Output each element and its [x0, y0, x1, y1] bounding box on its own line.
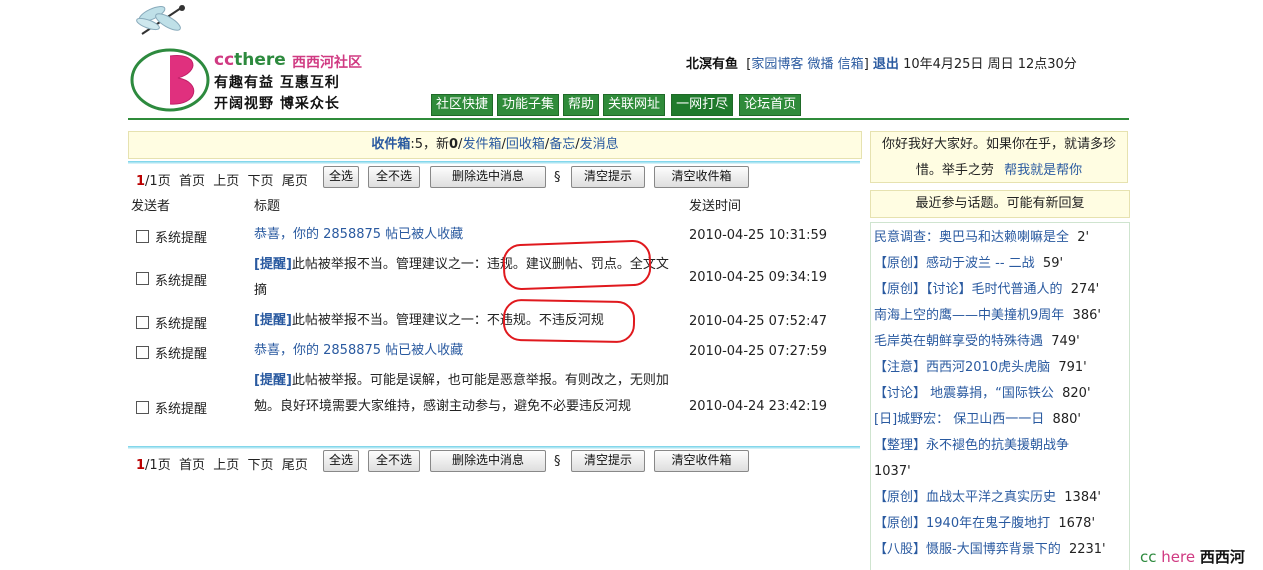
- inbox-header: 收件箱:5，新0/发件箱/回收箱/备忘/发消息: [128, 131, 862, 159]
- nav-all-in-one[interactable]: 一网打尽: [671, 94, 734, 116]
- prev-page-link[interactable]: 上页: [213, 458, 239, 473]
- toolbar-top: 1/1页 首页 上页 下页 尾页 全选 全不选 删除选中消息 § 清空提示 清空…: [128, 166, 860, 190]
- next-page-link[interactable]: 下页: [248, 174, 274, 189]
- last-page-link[interactable]: 尾页: [282, 458, 308, 473]
- list-item[interactable]: 【原创】感动于波兰 -- 二战 59': [874, 251, 1126, 277]
- user-bar: 北溟有鱼 [家园博客 微播 信箱] 退出 10年4月25日 周日 12点30分: [686, 57, 1077, 72]
- mailbox-link[interactable]: 信箱: [838, 57, 864, 72]
- sent-time: 2010-04-25 09:34:19: [689, 270, 828, 285]
- table-row: 系统提醒 [提醒]此帖被举报不当。管理建议之一：违规。建议删帖、罚点。全文文摘 …: [128, 252, 860, 304]
- row-checkbox[interactable]: [136, 346, 149, 359]
- weibo-link[interactable]: 微播: [808, 57, 834, 72]
- list-item[interactable]: [日]城野宏： 保卫山西一一日 880': [874, 407, 1126, 433]
- list-item[interactable]: 【整理】永不褪色的抗美援朝战争 1037': [874, 433, 1126, 485]
- table-row: 系统提醒 恭喜，你的 2858875 帖已被人收藏 2010-04-25 07:…: [128, 338, 860, 364]
- sent-time: 2010-04-25 07:27:59: [689, 344, 828, 359]
- list-item[interactable]: 【原创】1940年在鬼子腹地打 1678': [874, 511, 1126, 537]
- blog-link[interactable]: 家园博客: [751, 57, 803, 72]
- time-text: 12点30分: [1017, 57, 1077, 72]
- weekday-text: 周日: [987, 57, 1014, 72]
- list-item[interactable]: 【原创】【讨论】毛时代普通人的 274': [874, 277, 1126, 303]
- greeting-box: 你好我好大家好。如果你在乎，就请多珍惜。举手之劳 帮我就是帮你: [870, 131, 1128, 183]
- toolbar-bottom: 1/1页 首页 上页 下页 尾页 全选 全不选 删除选中消息 § 清空提示 清空…: [128, 450, 860, 474]
- username: 北溟有鱼: [686, 57, 739, 72]
- nav-forum-home[interactable]: 论坛首页: [739, 94, 802, 116]
- slogan-line-2: 开阔视野 博采众长: [214, 96, 340, 112]
- clear-inbox-button[interactable]: 清空收件箱: [654, 450, 749, 472]
- row-checkbox[interactable]: [136, 272, 149, 285]
- select-all-button[interactable]: 全选: [323, 166, 359, 188]
- sent-time: 2010-04-25 07:52:47: [689, 314, 828, 329]
- col-header-subject: 标题: [254, 199, 281, 214]
- recent-topics-header: 最近参与话题。可能有新回复: [870, 190, 1130, 218]
- sent-time: 2010-04-24 23:42:19: [689, 399, 828, 414]
- first-page-link[interactable]: 首页: [179, 458, 205, 473]
- list-item[interactable]: 【讨论】 地震募捐，“国际铁公 820': [874, 381, 1126, 407]
- table-row: 系统提醒 恭喜，你的 2858875 帖已被人收藏 2010-04-25 10:…: [128, 222, 860, 248]
- clear-hints-button[interactable]: 清空提示: [571, 450, 645, 472]
- list-item[interactable]: 【注意】西西河2010虎头虎脑 791': [874, 355, 1126, 381]
- nav-community-shortcuts[interactable]: 社区快捷: [431, 94, 494, 116]
- list-item[interactable]: 【原创】血战太平洋之真实历史 1384': [874, 485, 1126, 511]
- col-header-sender: 发送者: [131, 199, 171, 214]
- memo-link[interactable]: 备忘: [549, 137, 575, 152]
- list-item[interactable]: 毛岸英在朝鲜享受的特殊待遇 749': [874, 329, 1126, 355]
- list-item[interactable]: 民意调查：奥巴马和达赖喇嘛是全 2': [874, 225, 1126, 251]
- row-checkbox[interactable]: [136, 401, 149, 414]
- first-page-link[interactable]: 首页: [179, 174, 205, 189]
- inbox-title[interactable]: 收件箱: [371, 137, 410, 152]
- send-message-link[interactable]: 发消息: [580, 137, 619, 152]
- clear-hints-button[interactable]: 清空提示: [571, 166, 645, 188]
- select-all-button[interactable]: 全选: [323, 450, 359, 472]
- footer-logo: cc here 西西河: [1140, 548, 1245, 566]
- delete-selected-button[interactable]: 删除选中消息: [430, 166, 546, 188]
- brand-name-cn: 西西河社区: [292, 55, 362, 71]
- toolbar-divider: [128, 161, 860, 164]
- col-header-time: 发送时间: [689, 199, 742, 214]
- logout-link[interactable]: 退出: [873, 57, 899, 72]
- delete-selected-button[interactable]: 删除选中消息: [430, 450, 546, 472]
- header-divider: [128, 118, 1129, 120]
- sender: 系统提醒: [155, 274, 208, 289]
- select-none-button[interactable]: 全不选: [368, 166, 420, 188]
- nav-help[interactable]: 帮助: [563, 94, 600, 116]
- pagination: 1/1页 首页 上页 下页 尾页: [136, 458, 308, 473]
- table-row: 系统提醒 [提醒]此帖被举报。可能是误解，也可能是恶意举报。有则改之，无则加勉。…: [128, 368, 860, 446]
- help-link[interactable]: 帮我就是帮你: [1004, 163, 1082, 178]
- prev-page-link[interactable]: 上页: [213, 174, 239, 189]
- table-row: 系统提醒 [提醒]此帖被举报不当。管理建议之一：不违规。不违反河规 2010-0…: [128, 308, 860, 334]
- slogan-line-1: 有趣有益 互惠互利: [214, 75, 340, 91]
- main-nav: 社区快捷 功能子集 帮助 关联网址 一网打尽 论坛首页: [431, 94, 805, 116]
- list-item[interactable]: 【八股】慑服-大国博弈背景下的 2231': [874, 537, 1126, 563]
- recycle-link[interactable]: 回收箱: [506, 137, 545, 152]
- sent-time: 2010-04-25 10:31:59: [689, 228, 828, 243]
- nav-related-links[interactable]: 关联网址: [603, 94, 666, 116]
- recent-topics-list: 民意调查：奥巴马和达赖喇嘛是全 2' 【原创】感动于波兰 -- 二战 59' 【…: [870, 222, 1130, 570]
- pagination: 1/1页 首页 上页 下页 尾页: [136, 174, 308, 189]
- sender: 系统提醒: [155, 347, 208, 362]
- list-item[interactable]: 南海上空的鹰——中美撞机9周年 386': [874, 303, 1126, 329]
- row-checkbox[interactable]: [136, 230, 149, 243]
- message-subject[interactable]: [提醒]此帖被举报。可能是误解，也可能是恶意举报。有则改之，无则加勉。良好环境需…: [254, 368, 680, 420]
- row-checkbox[interactable]: [136, 316, 149, 329]
- red-annotation-circle: [502, 298, 636, 344]
- nav-functions[interactable]: 功能子集: [497, 94, 560, 116]
- sender: 系统提醒: [155, 402, 208, 417]
- outbox-link[interactable]: 发件箱: [462, 137, 501, 152]
- last-page-link[interactable]: 尾页: [282, 174, 308, 189]
- select-none-button[interactable]: 全不选: [368, 450, 420, 472]
- date-text: 10年4月25日: [903, 57, 984, 72]
- toolbar-divider: [128, 446, 860, 449]
- sender: 系统提醒: [155, 317, 208, 332]
- next-page-link[interactable]: 下页: [248, 458, 274, 473]
- red-annotation-circle: [502, 239, 652, 291]
- sender: 系统提醒: [155, 231, 208, 246]
- brand-name: ccthere: [214, 50, 286, 70]
- clear-inbox-button[interactable]: 清空收件箱: [654, 166, 749, 188]
